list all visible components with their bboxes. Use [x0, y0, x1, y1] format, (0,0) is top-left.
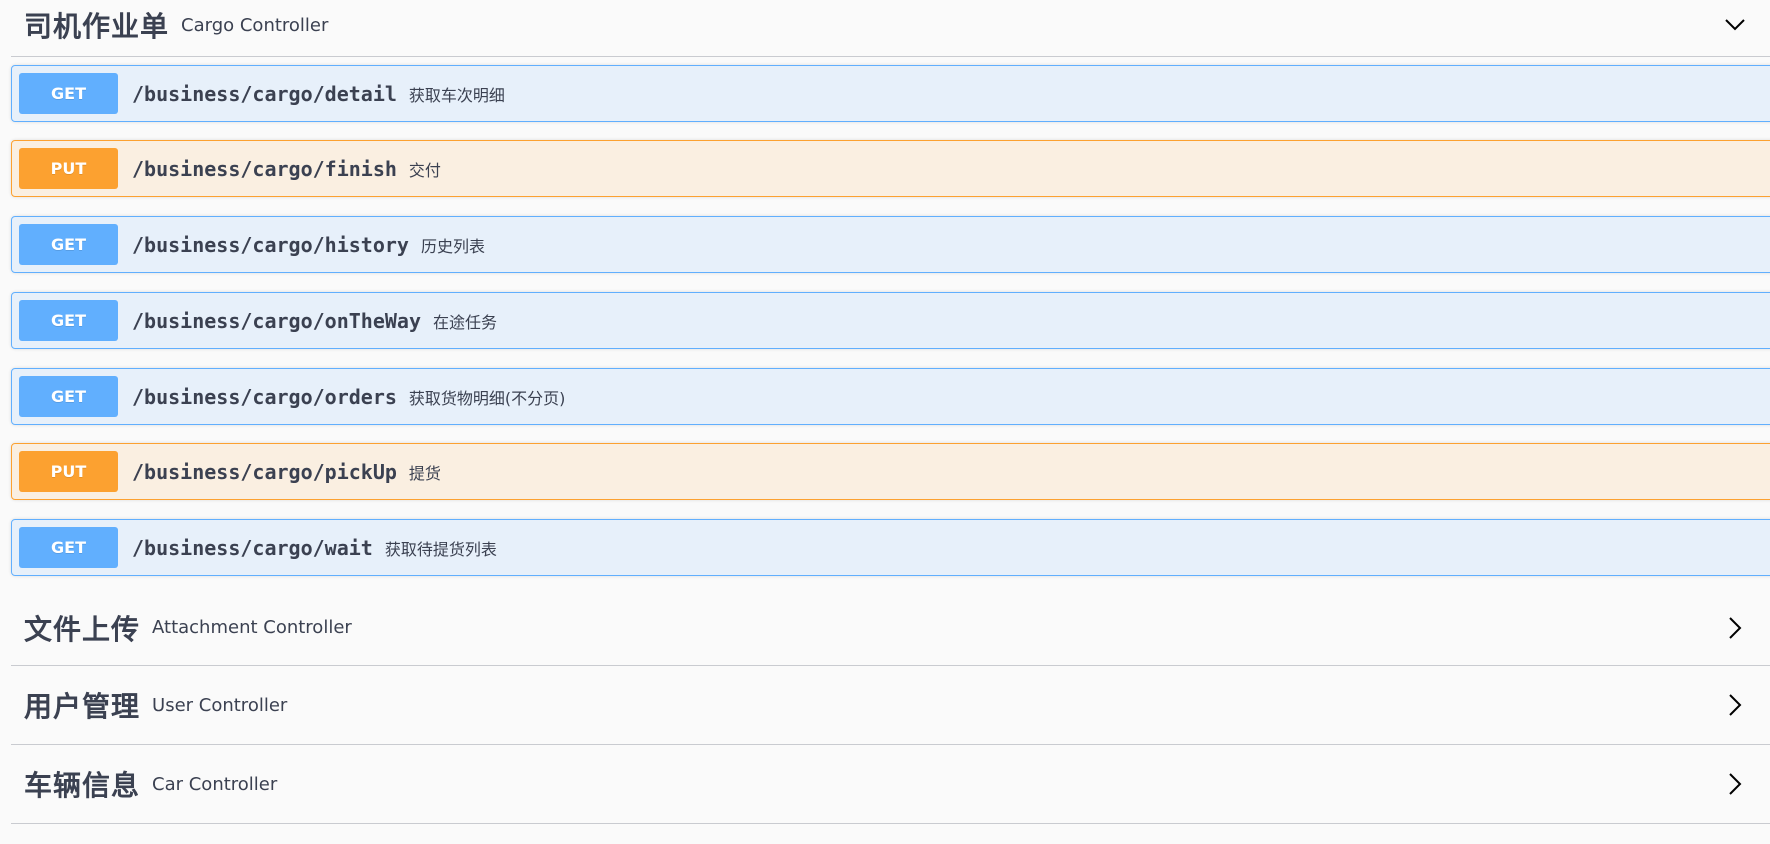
- opblock-put-pickup[interactable]: PUT /business/cargo/pickUp 提货: [11, 443, 1770, 500]
- tag-title: 文件上传: [24, 612, 141, 646]
- tag-title: 用户管理: [24, 690, 141, 723]
- method-badge: GET: [19, 527, 118, 568]
- tag-description: Attachment Controller: [152, 617, 352, 638]
- operation-path: /business/cargo/finish: [132, 156, 397, 181]
- api-docs-page: 司机作业单 Cargo Controller GET /business/car…: [0, 0, 1770, 844]
- operation-path: /business/cargo/wait: [132, 535, 373, 560]
- tag-description: Car Controller: [152, 773, 278, 795]
- operation-summary: 历史列表: [420, 236, 485, 256]
- opblock-get-wait[interactable]: GET /business/cargo/wait 获取待提货列表: [11, 519, 1770, 576]
- operation-path: /business/cargo/detail: [132, 81, 397, 106]
- opblock-get-orders[interactable]: GET /business/cargo/orders 获取货物明细(不分页): [11, 368, 1770, 425]
- operation-path: /business/cargo/onTheWay: [132, 308, 421, 333]
- tag-header-user[interactable]: 用户管理 User Controller: [11, 666, 1770, 745]
- tag-title: 车辆信息: [24, 769, 141, 802]
- opblock-get-history[interactable]: GET /business/cargo/history 历史列表: [11, 216, 1770, 273]
- opblock-put-finish[interactable]: PUT /business/cargo/finish 交付: [11, 140, 1770, 197]
- chevron-right-icon[interactable]: [1722, 615, 1748, 641]
- operation-summary: 获取待提货列表: [384, 539, 497, 559]
- method-badge: GET: [19, 73, 118, 114]
- operation-path: /business/cargo/orders: [132, 384, 397, 409]
- chevron-right-icon[interactable]: [1722, 692, 1748, 718]
- chevron-down-icon[interactable]: [1722, 12, 1748, 38]
- tag-description: User Controller: [152, 694, 288, 716]
- method-badge: PUT: [19, 451, 118, 492]
- operation-summary: 获取车次明细: [408, 85, 505, 105]
- chevron-right-icon[interactable]: [1722, 771, 1748, 797]
- method-badge: GET: [19, 224, 118, 265]
- method-badge: GET: [19, 300, 118, 341]
- method-badge: GET: [19, 376, 118, 417]
- opblock-get-ontheway[interactable]: GET /business/cargo/onTheWay 在途任务: [11, 292, 1770, 349]
- tag-header-attachment[interactable]: 文件上传 Attachment Controller: [11, 590, 1770, 666]
- operation-summary: 获取货物明细(不分页): [408, 388, 566, 408]
- operation-path: /business/cargo/pickUp: [132, 459, 397, 484]
- operation-summary: 在途任务: [432, 312, 497, 332]
- method-badge: PUT: [19, 148, 118, 189]
- tag-title: 司机作业单: [24, 10, 170, 43]
- tag-header-cargo[interactable]: 司机作业单 Cargo Controller: [11, 0, 1770, 57]
- tag-description: Cargo Controller: [181, 14, 329, 36]
- operation-summary: 交付: [408, 160, 441, 180]
- tag-header-car[interactable]: 车辆信息 Car Controller: [11, 745, 1770, 824]
- operation-path: /business/cargo/history: [132, 232, 409, 257]
- operation-summary: 提货: [408, 463, 441, 483]
- opblock-get-detail[interactable]: GET /business/cargo/detail 获取车次明细: [11, 65, 1770, 122]
